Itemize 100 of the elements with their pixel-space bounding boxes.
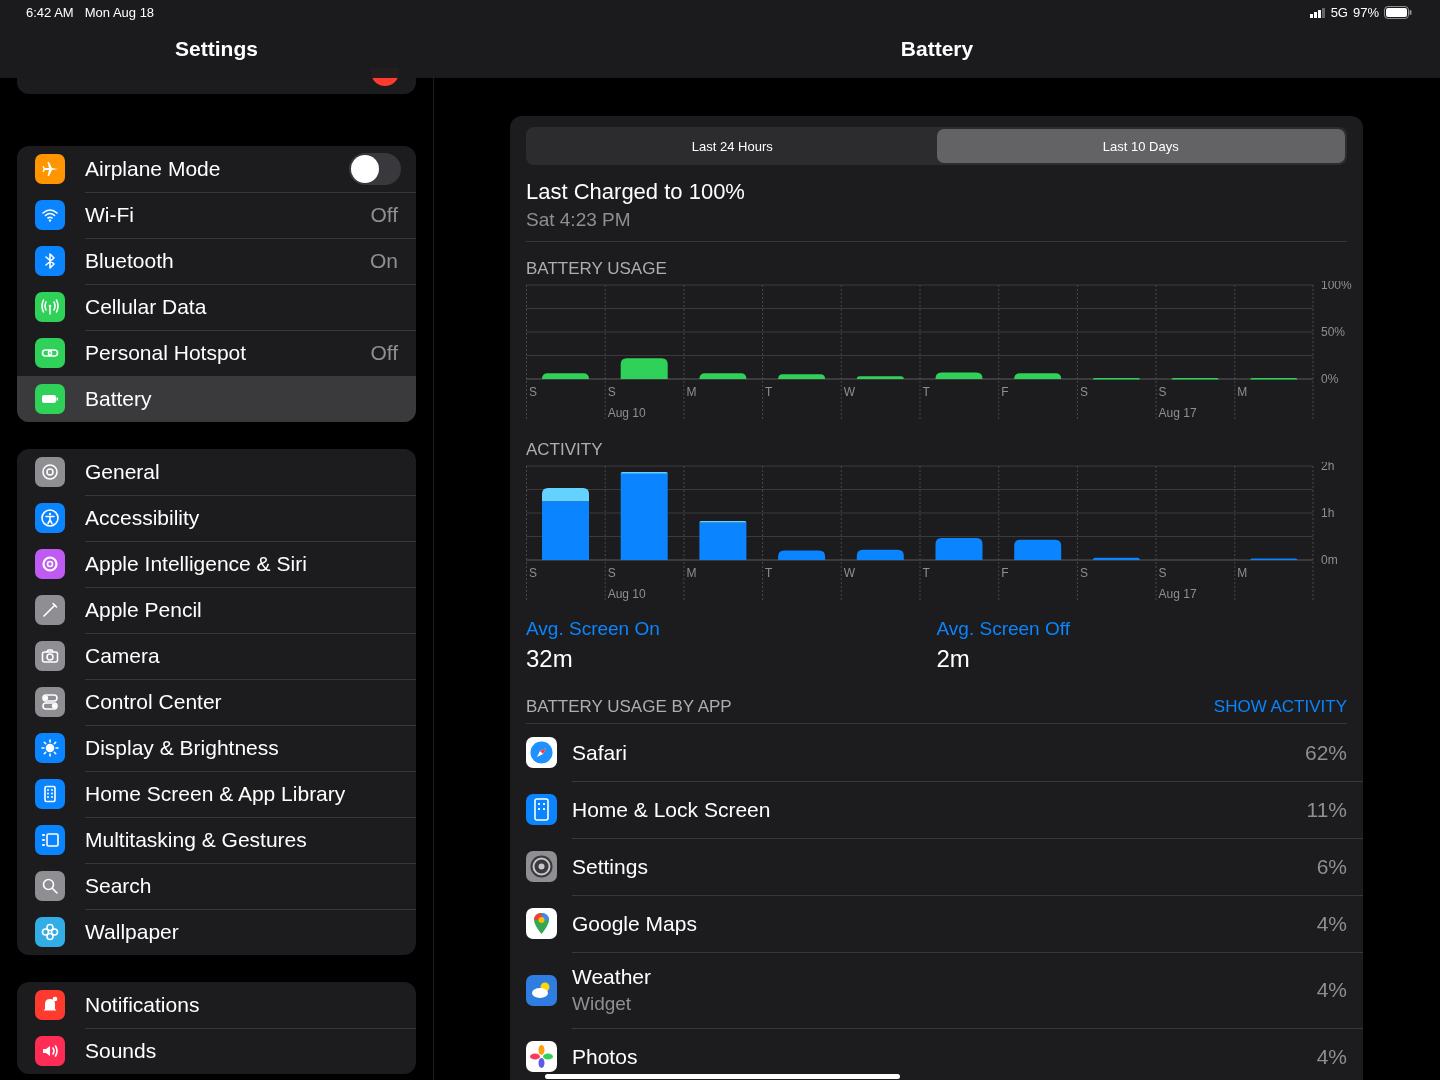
settings-label: Cellular Data — [85, 295, 208, 319]
usage-percent: 4% — [1316, 911, 1347, 936]
settings-label: Wi-Fi — [85, 203, 135, 227]
axis-label: 100% — [1321, 281, 1352, 292]
date-label: Aug 17 — [1158, 587, 1197, 601]
day-label: S — [1158, 566, 1167, 580]
average-value: 32m — [526, 645, 574, 673]
settings-row[interactable]: Apple Pencil — [17, 587, 416, 633]
app-name: Settings — [572, 854, 649, 879]
settings-row[interactable]: Notifications — [17, 982, 416, 1028]
settings-label: Battery — [85, 387, 153, 411]
settings-row[interactable]: Battery — [17, 376, 416, 422]
settings-row[interactable]: Cellular Data — [17, 284, 416, 330]
day-label: W — [843, 385, 856, 399]
settings-row[interactable]: Airplane Mode — [17, 146, 416, 192]
signal-icon — [1309, 7, 1326, 18]
day-label: T — [765, 566, 773, 580]
app-name: Photos — [572, 1044, 639, 1069]
app-subtitle: Widget — [572, 993, 633, 1015]
app-name: Home & Lock Screen — [572, 797, 772, 822]
battery-icon — [1384, 6, 1412, 19]
axis-label: 50% — [1321, 325, 1346, 339]
date-label: Aug 10 — [607, 406, 646, 420]
day-label: T — [765, 385, 773, 399]
app-name: Safari — [572, 740, 628, 765]
app-row[interactable]: Safari 62% — [526, 724, 1347, 781]
gear-icon — [526, 851, 557, 882]
settings-row[interactable]: Camera — [17, 633, 416, 679]
show-activity-link[interactable]: SHOW ACTIVITY — [1213, 697, 1347, 717]
settings-row[interactable]: Search — [17, 863, 416, 909]
section-heading: BATTERY USAGE BY APP — [526, 697, 732, 717]
settings-row[interactable]: Home Screen & App Library — [17, 771, 416, 817]
range-tab[interactable]: Last 24 Hours — [528, 129, 937, 163]
status-time: 6:42 AM — [26, 5, 74, 20]
settings-row[interactable]: Apple Intelligence & Siri — [17, 541, 416, 587]
day-label: W — [843, 566, 856, 580]
settings-label: Multitasking & Gestures — [85, 828, 308, 852]
axis-label: 2h — [1321, 462, 1335, 473]
settings-row[interactable]: Wi-Fi Off — [17, 192, 416, 238]
usage-percent: 6% — [1316, 854, 1347, 879]
settings-row[interactable]: Sounds — [17, 1028, 416, 1074]
axis-label: 1h — [1321, 506, 1335, 520]
status-date: Mon Aug 18 — [84, 5, 155, 20]
day-label: M — [686, 566, 697, 580]
setting-value: On — [370, 249, 398, 273]
settings-label: Wallpaper — [85, 920, 180, 944]
day-label: M — [1237, 385, 1248, 399]
network-label: 5G — [1330, 5, 1348, 20]
map-pin-icon — [526, 908, 557, 939]
settings-row[interactable]: Bluetooth On — [17, 238, 416, 284]
settings-label: Home Screen & App Library — [85, 782, 347, 806]
day-label: S — [607, 566, 616, 580]
settings-label: Control Center — [85, 690, 223, 714]
settings-label: Apple Intelligence & Siri — [85, 552, 308, 576]
range-tab[interactable]: Last 10 Days — [936, 129, 1345, 163]
settings-label: Display & Brightness — [85, 736, 280, 760]
chart-heading: ACTIVITY — [526, 440, 604, 460]
setting-value: Off — [370, 203, 398, 227]
average-value: 2m — [936, 645, 971, 673]
settings-row[interactable]: Accessibility — [17, 495, 416, 541]
average-label: Avg. Screen On — [526, 618, 661, 640]
battery-percent: 97% — [1352, 5, 1379, 20]
axis-label: 0% — [1321, 372, 1339, 386]
usage-percent: 4% — [1316, 1044, 1347, 1069]
axis-label: 0m — [1321, 553, 1338, 567]
settings-row[interactable]: Display & Brightness — [17, 725, 416, 771]
day-label: T — [922, 566, 930, 580]
usage-percent: 62% — [1304, 740, 1347, 765]
settings-row[interactable]: Wallpaper — [17, 909, 416, 955]
day-label: S — [529, 385, 537, 399]
settings-label: Apple Pencil — [85, 598, 203, 622]
usage-percent: 4% — [1316, 978, 1347, 1002]
date-label: Aug 10 — [607, 587, 646, 601]
settings-label: Camera — [85, 644, 161, 668]
last-charged-time: Sat 4:23 PM — [526, 209, 632, 231]
day-label: T — [922, 385, 930, 399]
settings-row[interactable]: Personal Hotspot Off — [17, 330, 416, 376]
app-name: Weather — [572, 965, 652, 989]
day-label: M — [1237, 566, 1248, 580]
page-title: Battery — [899, 37, 975, 61]
usage-percent: 11% — [1306, 797, 1347, 822]
settings-row[interactable]: Control Center — [17, 679, 416, 725]
toggle-switch[interactable] — [349, 153, 401, 185]
cloud-icon — [526, 974, 557, 1006]
settings-row[interactable]: General — [17, 449, 416, 495]
date-label: Aug 17 — [1158, 406, 1197, 420]
day-label: S — [607, 385, 616, 399]
phone-grid-icon — [526, 794, 557, 825]
average-label: Avg. Screen Off — [936, 618, 1071, 640]
day-label: S — [1158, 385, 1167, 399]
settings-row[interactable]: Multitasking & Gestures — [17, 817, 416, 863]
day-label: M — [686, 385, 697, 399]
settings-label: General — [85, 460, 161, 484]
settings-label: Accessibility — [85, 506, 201, 530]
day-label: F — [1001, 385, 1009, 399]
sidebar-title: Settings — [174, 37, 259, 61]
flower-icon — [526, 1041, 557, 1072]
settings-label: Notifications — [85, 993, 201, 1017]
compass-icon — [526, 737, 557, 768]
app-name: Google Maps — [572, 911, 698, 936]
